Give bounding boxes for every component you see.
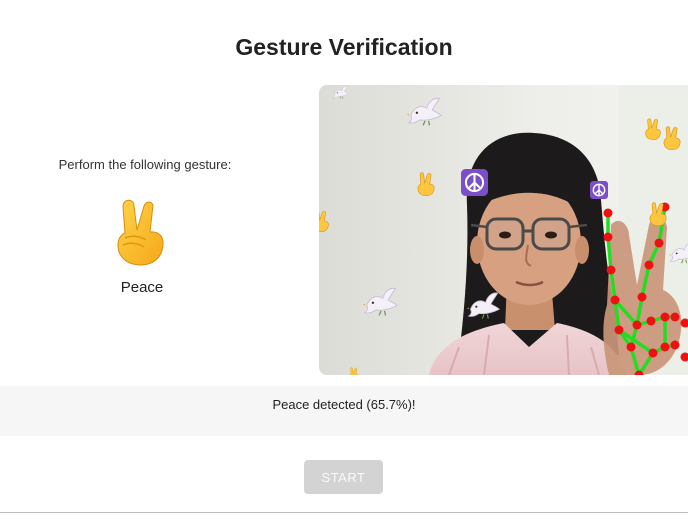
divider [0, 512, 688, 513]
peace-symbol-icon [590, 181, 608, 199]
victory-hand-icon [117, 199, 164, 266]
gesture-label: Peace [120, 279, 164, 296]
page-title: Gesture Verification [235, 34, 453, 60]
gesture-instruction: Perform the following gesture: [58, 157, 232, 172]
status-bar: Peace detected (65.7%)! [0, 386, 688, 436]
detection-status: Peace detected (65.7%)! [272, 397, 416, 412]
peace-symbol-icon [461, 169, 488, 196]
camera-feed [319, 85, 688, 375]
start-button[interactable]: START [304, 460, 383, 494]
